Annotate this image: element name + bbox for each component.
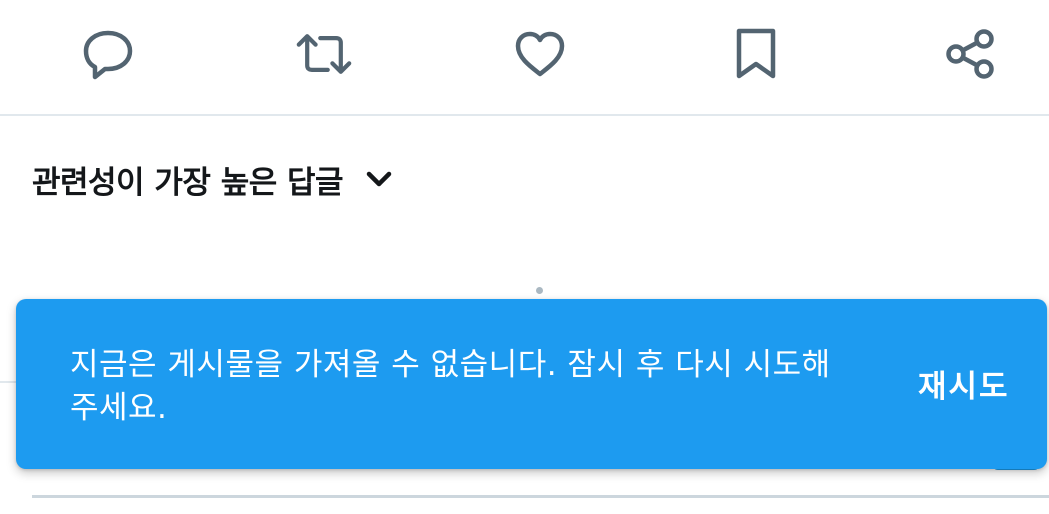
like-button[interactable] [512, 26, 568, 82]
tweet-action-bar [0, 0, 1049, 116]
share-nodes-icon [946, 29, 994, 79]
retweet-arrows-icon [296, 34, 352, 74]
share-button[interactable] [942, 26, 998, 82]
loading-indicator [536, 287, 543, 294]
error-toast: 지금은 게시물을 가져올 수 없습니다. 잠시 후 다시 시도해 주세요. 재시… [16, 299, 1047, 469]
divider [32, 495, 1049, 498]
toast-message: 지금은 게시물을 가져올 수 없습니다. 잠시 후 다시 시도해 주세요. [70, 347, 831, 426]
bookmark-button[interactable] [728, 26, 784, 82]
retweet-button[interactable] [296, 26, 352, 82]
reply-button[interactable] [80, 26, 136, 82]
speech-bubble-icon [83, 30, 133, 80]
reply-sort-selector[interactable]: 관련성이 가장 높은 답글 [32, 154, 393, 204]
heart-icon [515, 31, 565, 77]
reply-sort-label: 관련성이 가장 높은 답글 [32, 164, 344, 201]
chevron-down-icon [365, 170, 393, 188]
retry-button[interactable]: 재시도 [918, 361, 1010, 406]
bookmark-icon [736, 28, 776, 79]
